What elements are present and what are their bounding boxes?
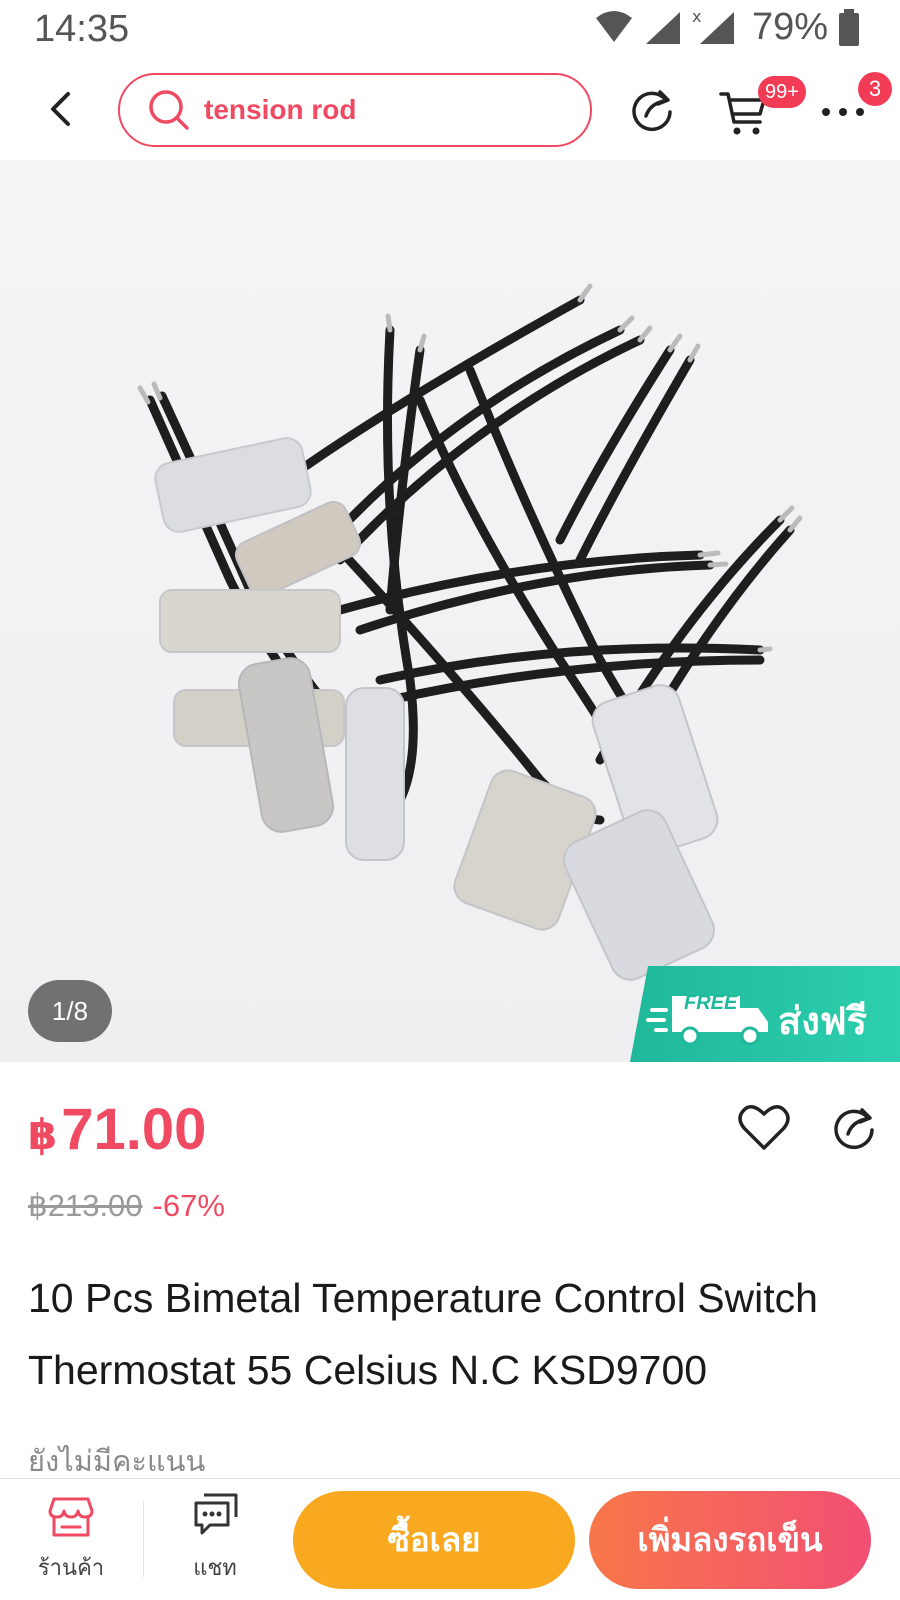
share-icon: [632, 90, 672, 132]
wishlist-button[interactable]: [738, 1102, 790, 1152]
free-shipping-banner: FREE ส่งฟรี: [630, 966, 900, 1062]
share-button[interactable]: [828, 1102, 880, 1154]
product-image: [137, 283, 803, 981]
store-icon: [48, 1497, 94, 1537]
top-nav: tension rod 99+ 3: [0, 62, 900, 160]
battery-percent: 79%: [751, 6, 828, 48]
more-dots-icon: [822, 108, 864, 116]
search-icon: [149, 90, 189, 130]
notification-badge: 3: [858, 72, 892, 106]
share-top-button[interactable]: [626, 84, 678, 136]
product-image-gallery[interactable]: 1/8 FREE ส่งฟรี: [0, 160, 900, 1062]
battery-icon: [839, 8, 859, 46]
shop-label: ร้านค้า: [37, 1555, 105, 1580]
cart-count-badge: 99+: [758, 76, 806, 108]
original-price-row: ฿213.00 -67%: [28, 1188, 225, 1224]
more-button[interactable]: [820, 92, 866, 132]
signal-icon: [645, 11, 680, 44]
chat-button[interactable]: แชท: [176, 1493, 254, 1589]
price-row: ฿ 71.00: [28, 1096, 206, 1163]
image-page-indicator: 1/8: [28, 980, 112, 1042]
chevron-left-icon: [51, 92, 70, 126]
wifi-icon: [595, 10, 632, 42]
free-shipping-en: FREE: [684, 992, 738, 1014]
heart-icon: [738, 1105, 790, 1150]
signal-x-icon: x: [692, 8, 734, 44]
add-to-cart-button[interactable]: เพิ่มลงรถเข็น: [589, 1491, 871, 1589]
status-icons: x 79%: [594, 6, 860, 49]
share-icon: [834, 1108, 874, 1150]
current-price: 71.00: [61, 1097, 207, 1162]
bottom-action-bar: ร้านค้า แชท ซื้อเลย เพิ่มลงรถเข็น: [0, 1478, 900, 1600]
chat-label: แชท: [193, 1555, 237, 1580]
discount-percent: -67%: [152, 1188, 225, 1223]
buy-now-button[interactable]: ซื้อเลย: [293, 1491, 575, 1589]
price-currency: ฿: [28, 1111, 58, 1158]
product-title: 10 Pcs Bimetal Temperature Control Switc…: [28, 1275, 818, 1393]
status-time: 14:35: [34, 8, 130, 50]
free-shipping-th: ส่งฟรี: [778, 1001, 868, 1043]
shop-button[interactable]: ร้านค้า: [32, 1493, 110, 1589]
search-query: tension rod: [204, 94, 357, 125]
status-bar: 14:35 x 79%: [0, 0, 900, 62]
original-price: ฿213.00: [28, 1188, 143, 1223]
nav-divider: [143, 1501, 144, 1577]
svg-text:x: x: [692, 8, 701, 26]
chat-icon: [194, 1493, 238, 1535]
search-bar[interactable]: tension rod: [118, 73, 592, 147]
back-button[interactable]: [38, 84, 82, 134]
